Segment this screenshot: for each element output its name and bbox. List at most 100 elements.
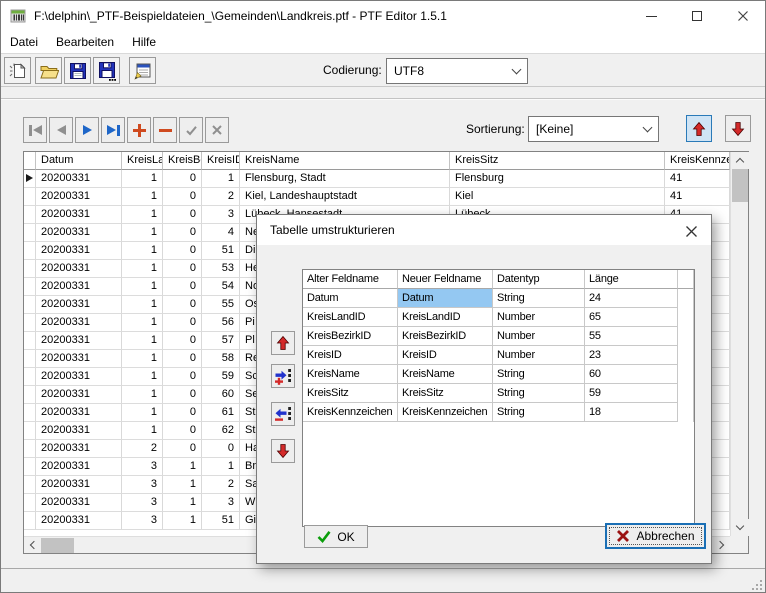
field-table-row[interactable]: KreisSitzKreisSitzString59 — [303, 384, 694, 403]
save-button[interactable] — [64, 57, 91, 84]
grid-cell[interactable]: 1 — [122, 260, 163, 278]
grid-cell[interactable]: 1 — [122, 224, 163, 242]
minimize-button[interactable] — [628, 1, 674, 31]
sort-descending-button[interactable] — [725, 115, 751, 142]
grid-cell[interactable]: 3 — [202, 494, 240, 512]
open-file-button[interactable] — [35, 57, 62, 84]
grid-cell[interactable]: 20200331 — [36, 296, 122, 314]
field-table-row[interactable]: DatumDatumString24 — [303, 289, 694, 308]
field-cell[interactable]: KreisKennzeichen — [398, 403, 493, 422]
grid-cell[interactable]: 20200331 — [36, 188, 122, 206]
field-cell[interactable]: String — [493, 384, 585, 403]
encoding-combobox[interactable]: UTF8 — [386, 58, 528, 84]
scroll-right-button[interactable] — [713, 537, 730, 553]
field-cell[interactable]: String — [493, 289, 585, 308]
grid-cell[interactable]: 2 — [202, 476, 240, 494]
scroll-down-button[interactable] — [731, 519, 749, 536]
menu-bearbeiten[interactable]: Bearbeiten — [47, 31, 123, 53]
delete-record-button[interactable] — [153, 117, 177, 143]
grid-cell[interactable]: 0 — [163, 188, 202, 206]
field-cell[interactable]: KreisLandID — [398, 308, 493, 327]
grid-cell[interactable]: 51 — [202, 512, 240, 530]
grid-cell[interactable]: 20200331 — [36, 386, 122, 404]
field-cell[interactable]: KreisName — [398, 365, 493, 384]
grid-cell[interactable]: 20200331 — [36, 494, 122, 512]
cancel-edit-button[interactable] — [205, 117, 229, 143]
grid-cell[interactable]: 1 — [122, 170, 163, 188]
grid-cell[interactable]: 1 — [163, 494, 202, 512]
grid-cell[interactable]: 0 — [163, 170, 202, 188]
field-cell[interactable]: 23 — [585, 346, 678, 365]
grid-cell[interactable]: 0 — [163, 368, 202, 386]
grid-cell[interactable]: 1 — [163, 476, 202, 494]
grid-cell[interactable]: 1 — [122, 278, 163, 296]
grid-cell[interactable]: 58 — [202, 350, 240, 368]
grid-cell[interactable]: 0 — [163, 350, 202, 368]
dialog-close-button[interactable] — [683, 223, 699, 239]
field-cell[interactable]: 18 — [585, 403, 678, 422]
insert-field-button[interactable] — [271, 364, 295, 388]
next-record-button[interactable] — [75, 117, 99, 143]
grid-cell[interactable]: 3 — [122, 494, 163, 512]
grid-cell[interactable]: 0 — [163, 422, 202, 440]
resize-grip-icon[interactable] — [750, 578, 763, 591]
grid-cell[interactable]: 1 — [122, 404, 163, 422]
grid-cell[interactable]: 1 — [122, 332, 163, 350]
grid-cell[interactable]: 57 — [202, 332, 240, 350]
sortierung-combobox[interactable]: [Keine] — [528, 116, 659, 142]
field-cell[interactable]: Number — [493, 346, 585, 365]
maximize-button[interactable] — [674, 1, 720, 31]
field-cell[interactable]: 65 — [585, 308, 678, 327]
grid-cell[interactable]: 0 — [163, 242, 202, 260]
grid-cell[interactable]: 59 — [202, 368, 240, 386]
last-record-button[interactable] — [101, 117, 125, 143]
grid-cell[interactable]: 54 — [202, 278, 240, 296]
grid-cell[interactable]: 0 — [163, 206, 202, 224]
field-cell[interactable]: KreisBezirkID — [303, 327, 398, 346]
grid-cell[interactable]: 20200331 — [36, 170, 122, 188]
grid-cell[interactable]: 1 — [163, 512, 202, 530]
field-cell[interactable]: Datum — [398, 289, 493, 308]
grid-cell[interactable]: 20200331 — [36, 422, 122, 440]
grid-cell[interactable]: 20200331 — [36, 206, 122, 224]
grid-cell[interactable]: 20200331 — [36, 350, 122, 368]
grid-cell[interactable]: 51 — [202, 242, 240, 260]
field-table-row[interactable]: KreisLandIDKreisLandIDNumber65 — [303, 308, 694, 327]
scroll-left-button[interactable] — [24, 537, 41, 553]
grid-cell[interactable]: 0 — [163, 314, 202, 332]
grid-cell[interactable]: 20200331 — [36, 476, 122, 494]
grid-cell[interactable]: 20200331 — [36, 404, 122, 422]
grid-cell[interactable]: 20200331 — [36, 440, 122, 458]
grid-cell[interactable]: 56 — [202, 314, 240, 332]
field-table-row[interactable]: KreisKennzeichenKreisKennzeichenString18 — [303, 403, 694, 422]
grid-cell[interactable]: 61 — [202, 404, 240, 422]
move-field-up-button[interactable] — [271, 331, 295, 355]
field-cell[interactable]: String — [493, 365, 585, 384]
grid-cell[interactable]: 41 — [665, 188, 730, 206]
first-record-button[interactable] — [23, 117, 47, 143]
move-field-down-button[interactable] — [271, 439, 295, 463]
field-cell[interactable]: Number — [493, 308, 585, 327]
grid-cell[interactable]: 0 — [163, 386, 202, 404]
field-cell[interactable]: KreisName — [303, 365, 398, 384]
grid-cell[interactable]: Flensburg, Stadt — [240, 170, 450, 188]
grid-cell[interactable]: 1 — [122, 368, 163, 386]
field-cell[interactable]: KreisID — [303, 346, 398, 365]
field-cell[interactable]: Datum — [303, 289, 398, 308]
grid-cell[interactable]: 2 — [122, 440, 163, 458]
field-cell[interactable]: KreisSitz — [303, 384, 398, 403]
grid-cell[interactable]: 3 — [122, 476, 163, 494]
field-cell[interactable]: KreisKennzeichen — [303, 403, 398, 422]
grid-cell[interactable]: 1 — [122, 206, 163, 224]
field-cell[interactable]: 24 — [585, 289, 678, 308]
grid-cell[interactable]: 3 — [202, 206, 240, 224]
close-button[interactable] — [720, 1, 766, 31]
field-cell[interactable]: String — [493, 403, 585, 422]
grid-cell[interactable]: 1 — [202, 458, 240, 476]
grid-cell[interactable]: 62 — [202, 422, 240, 440]
grid-cell[interactable]: 3 — [122, 512, 163, 530]
grid-cell[interactable]: 0 — [163, 440, 202, 458]
grid-cell[interactable]: 0 — [163, 296, 202, 314]
insert-record-button[interactable] — [127, 117, 151, 143]
field-cell[interactable]: 55 — [585, 327, 678, 346]
